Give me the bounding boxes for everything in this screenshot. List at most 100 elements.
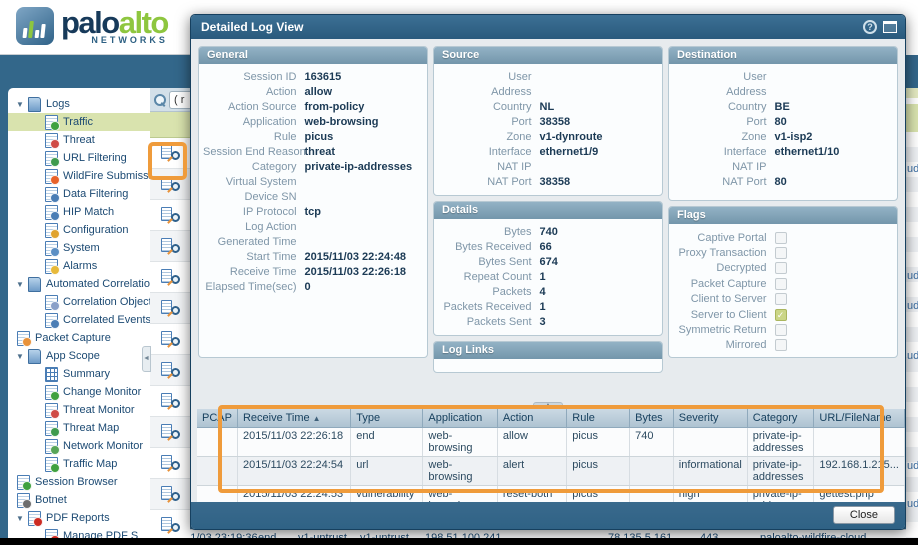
sidebar-item-logs[interactable]: ▼Logs (8, 95, 150, 113)
field-receive-time: Receive Time2015/11/03 22:26:18 (203, 265, 419, 280)
field-label: Application (203, 115, 305, 130)
sidebar-item-threat[interactable]: Threat (8, 131, 150, 149)
help-icon[interactable]: ? (863, 20, 877, 34)
close-button[interactable]: Close (833, 506, 895, 524)
flag-label: Symmetric Return (673, 324, 775, 336)
field-value: 2015/11/03 22:26:18 (305, 265, 407, 280)
log-row-fragment[interactable] (150, 200, 190, 231)
sidebar-item-label: System (63, 242, 100, 254)
field-value: 1 (540, 300, 546, 315)
field-label: Port (438, 115, 540, 130)
log-detail-magnifier-icon[interactable] (161, 207, 180, 224)
field-user: User (438, 70, 654, 85)
sidebar-item-threat-monitor[interactable]: Threat Monitor (8, 401, 150, 419)
expander-icon[interactable]: ▼ (16, 100, 27, 109)
sidebar-item-data-filtering[interactable]: Data Filtering (8, 185, 150, 203)
sidebar-item-network-monitor[interactable]: Network Monitor (8, 437, 150, 455)
log-detail-magnifier-icon[interactable] (161, 393, 180, 410)
sidebar-item-change-monitor[interactable]: Change Monitor (8, 383, 150, 401)
sidebar-item-hip-match[interactable]: HIP Match (8, 203, 150, 221)
source-panel: Source UserAddressCountryNLPort38358Zone… (433, 46, 663, 196)
expander-icon[interactable]: ▼ (16, 514, 27, 523)
field-label: IP Protocol (203, 205, 305, 220)
log-detail-magnifier-icon[interactable] (161, 331, 180, 348)
log-row-fragment[interactable] (150, 386, 190, 417)
sidebar-item-summary[interactable]: Summary (8, 365, 150, 383)
sidebar-item-label: Packet Capture (35, 332, 111, 344)
log-detail-magnifier-icon[interactable] (161, 517, 180, 534)
sidebar-item-traffic-map[interactable]: Traffic Map (8, 455, 150, 473)
general-panel-body: Session ID163615ActionallowAction Source… (199, 64, 427, 300)
field-bytes-sent: Bytes Sent674 (438, 255, 654, 270)
flag-decrypted-checkbox[interactable] (775, 262, 787, 274)
flag-mirrored-checkbox[interactable] (775, 339, 787, 351)
flag-client-to-server-checkbox[interactable] (775, 293, 787, 305)
log-filter-input[interactable]: ( r (169, 91, 190, 109)
field-value: ethernet1/9 (540, 145, 599, 160)
flag-server-to-client-checkbox[interactable]: ✓ (775, 309, 787, 321)
sidebar-item-manage-pdf-s[interactable]: Manage PDF S (8, 527, 150, 538)
log-row-fragment[interactable] (150, 479, 190, 510)
sidebar-item-label: URL Filtering (63, 152, 127, 164)
expander-icon[interactable]: ▼ (16, 280, 27, 289)
log-row-fragment[interactable] (150, 293, 190, 324)
sidebar-item-correlation-objects[interactable]: Correlation Objects (8, 293, 150, 311)
log-row-fragment[interactable] (150, 324, 190, 355)
sidebar-item-configuration[interactable]: Configuration (8, 221, 150, 239)
manage-pdf-summary-icon (44, 529, 58, 538)
field-label: Virtual System (203, 175, 305, 190)
flag-symmetric-return-checkbox[interactable] (775, 324, 787, 336)
field-zone: Zonev1-isp2 (673, 130, 889, 145)
flag-proxy-transaction-checkbox[interactable] (775, 247, 787, 259)
log-detail-magnifier-icon[interactable] (161, 424, 180, 441)
sidebar-item-automated-correlation[interactable]: ▼Automated Correlation (8, 275, 150, 293)
flag-label: Server to Client (673, 309, 775, 321)
log-detail-magnifier-icon[interactable] (161, 269, 180, 286)
detail-icon-highlight-box (148, 142, 187, 180)
field-value: 674 (540, 255, 558, 270)
log-row-fragment[interactable] (150, 231, 190, 262)
sidebar-item-url-filtering[interactable]: URL Filtering (8, 149, 150, 167)
expander-icon[interactable]: ▼ (16, 352, 27, 361)
edge-text-fragment: ud (907, 460, 918, 472)
log-row-fragment[interactable] (150, 355, 190, 386)
field-ip-protocol: IP Protocoltcp (203, 205, 419, 220)
sidebar-item-wildfire-submission[interactable]: WildFire Submission (8, 167, 150, 185)
field-value: web-browsing (305, 115, 379, 130)
sidebar-item-label: Threat Monitor (63, 404, 135, 416)
background-cell: 11/03 23:19:36 (185, 531, 258, 538)
log-row-fragment[interactable] (150, 417, 190, 448)
details-panel: Details Bytes740Bytes Received66Bytes Se… (433, 201, 663, 336)
selected-log-row-fragment[interactable] (150, 112, 190, 138)
sidebar-item-app-scope[interactable]: ▼App Scope (8, 347, 150, 365)
field-start-time: Start Time2015/11/03 22:24:48 (203, 250, 419, 265)
log-detail-magnifier-icon[interactable] (161, 455, 180, 472)
sidebar-item-alarms[interactable]: Alarms (8, 257, 150, 275)
sidebar-item-botnet[interactable]: Botnet (8, 491, 150, 509)
sidebar-item-label: Threat (63, 134, 95, 146)
log-detail-magnifier-icon[interactable] (161, 238, 180, 255)
log-row-fragment[interactable] (150, 448, 190, 479)
log-row-fragment[interactable] (150, 510, 190, 541)
sidebar-item-system[interactable]: System (8, 239, 150, 257)
sidebar-item-session-browser[interactable]: Session Browser (8, 473, 150, 491)
dialog-titlebar[interactable]: Detailed Log View ? (191, 15, 905, 39)
flag-packet-capture-checkbox[interactable] (775, 278, 787, 290)
sidebar-collapse-handle[interactable]: ◄ (142, 346, 151, 372)
sidebar-item-threat-map[interactable]: Threat Map (8, 419, 150, 437)
sidebar-item-pdf-reports[interactable]: ▼PDF Reports (8, 509, 150, 527)
log-detail-magnifier-icon[interactable] (161, 486, 180, 503)
log-row-fragment[interactable] (150, 262, 190, 293)
log-detail-magnifier-icon[interactable] (161, 362, 180, 379)
log-detail-magnifier-icon[interactable] (161, 300, 180, 317)
sidebar-item-correlated-events[interactable]: Correlated Events (8, 311, 150, 329)
field-label: Interface (673, 145, 775, 160)
sidebar-item-traffic[interactable]: Traffic (8, 113, 150, 131)
sidebar-item-packet-capture[interactable]: Packet Capture (8, 329, 150, 347)
minimize-icon[interactable] (883, 21, 897, 33)
field-value: BE (775, 100, 790, 115)
field-value: from-policy (305, 100, 365, 115)
edge-text-fragment: ud (907, 498, 918, 510)
field-label: Address (438, 85, 540, 100)
flag-captive-portal-checkbox[interactable] (775, 232, 787, 244)
